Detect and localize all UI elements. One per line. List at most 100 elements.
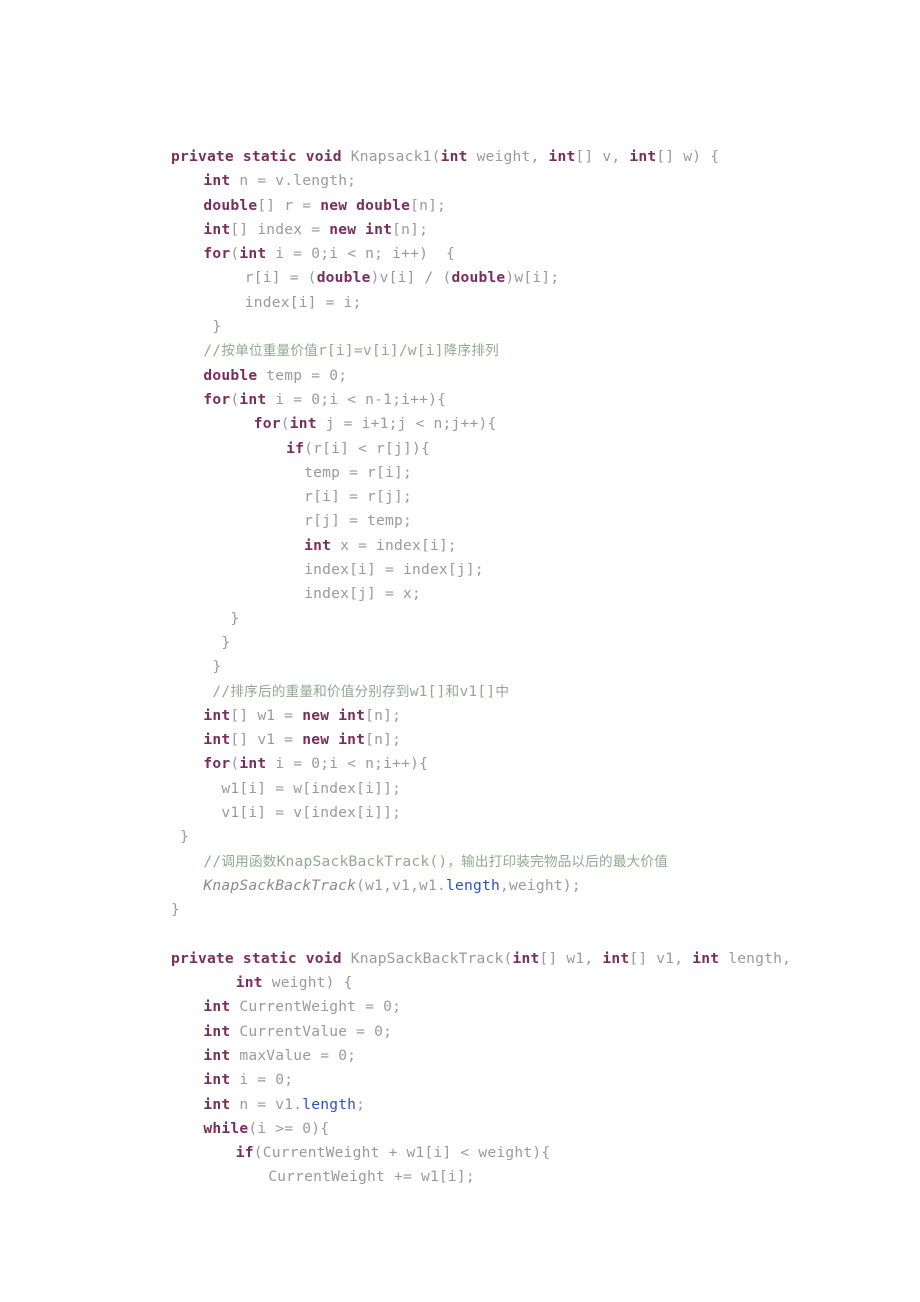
keyword-token: int [548, 148, 576, 165]
plain-token: ; [356, 1095, 366, 1113]
plain-token: index[i] = index[j]; [268, 561, 484, 579]
plain-token: index[i] = i; [235, 293, 362, 311]
code-line: CurrentWeight += w1[i]; [171, 1165, 871, 1189]
keyword-token: int [203, 706, 231, 724]
plain-token: length, [719, 949, 792, 967]
plain-token: [] v1 = [230, 731, 303, 749]
keyword-token: double [451, 269, 506, 287]
keyword-token: int [203, 1071, 231, 1089]
plain-token: } [171, 828, 189, 846]
plain-token: [] w1, [539, 949, 603, 967]
code-listing: private static void Knapsack1(int weight… [171, 145, 871, 1190]
code-line: r[j] = temp; [171, 509, 871, 533]
comment-token: w1[] [409, 682, 446, 700]
plain-token: [] v, [575, 148, 630, 165]
keyword-token: int [203, 220, 231, 238]
document-page: private static void Knapsack1(int weight… [0, 0, 920, 1302]
keyword-token: double [203, 196, 258, 214]
field-token: length [302, 1095, 357, 1113]
keyword-token: for [253, 415, 281, 433]
comment-token-cjk: ，输出打印装完物品以后的最大价值 [447, 853, 669, 870]
comment-token-cjk: 降序排列 [443, 343, 499, 360]
code-line: if(CurrentWeight + w1[i] < weight){ [171, 1141, 871, 1165]
keyword-token: double [316, 269, 371, 287]
plain-token: [n]; [365, 731, 402, 749]
keyword-token: int [512, 949, 540, 967]
keyword-token: int [203, 731, 231, 749]
plain-token: } [203, 633, 231, 651]
plain-token: r[i] = ( [235, 269, 317, 287]
keyword-token: for [203, 245, 231, 263]
code-line: private static void KnapSackBackTrack(in… [171, 947, 871, 971]
plain-token: } [171, 901, 180, 919]
plain-token: v1[i] = v[index[i]]; [203, 804, 402, 822]
plain-token: n = v1. [230, 1095, 303, 1113]
code-line: int CurrentWeight = 0; [171, 995, 871, 1019]
plain-token: ( [280, 415, 290, 433]
plain-token: } [203, 658, 222, 676]
plain-token: Knapsack1( [350, 148, 441, 165]
code-line: double temp = 0; [171, 364, 871, 388]
code-line: //调用函数KnapSackBackTrack()，输出打印装完物品以后的最大价… [171, 850, 871, 874]
code-line: //按单位重量价值r[i]=v[i]/w[i]降序排列 [171, 339, 871, 363]
code-line: private static void Knapsack1(int weight… [171, 145, 871, 169]
code-line: int maxValue = 0; [171, 1044, 871, 1068]
plain-token: weight) { [262, 974, 353, 992]
plain-token: [n]; [410, 196, 447, 214]
keyword-token: new int [302, 706, 366, 724]
code-line: } [171, 825, 871, 849]
code-line: } [171, 898, 871, 922]
plain-token: } [203, 318, 222, 336]
keyword-token: int [440, 148, 468, 165]
code-line: for(int i = 0;i < n; i++) { [171, 242, 871, 266]
function-name-token: KnapSackBackTrack [203, 876, 357, 894]
plain-token: (i >= 0){ [248, 1119, 330, 1137]
code-line: while(i >= 0){ [171, 1117, 871, 1141]
plain-token: weight, [467, 148, 549, 165]
plain-token: i = 0;i < n;i++){ [266, 755, 429, 773]
code-line: } [171, 631, 871, 655]
plain-token: x = index[i]; [331, 536, 457, 554]
plain-token: i = 0;i < n-1;i++){ [266, 390, 447, 408]
plain-token: ,weight); [499, 876, 581, 894]
keyword-token: int [203, 1095, 231, 1113]
plain-token: [] w) { [656, 148, 720, 165]
comment-token: r[i]=v[i]/w[i] [317, 342, 444, 360]
comment-token: // [203, 852, 222, 870]
keyword-token: int [239, 755, 267, 773]
code-line: int[] v1 = new int[n]; [171, 728, 871, 752]
keyword-token: int [239, 245, 267, 263]
code-line: index[i] = index[j]; [171, 558, 871, 582]
plain-token: [n]; [365, 706, 402, 724]
code-line: r[i] = r[j]; [171, 485, 871, 509]
keyword-token: if [235, 1144, 254, 1162]
plain-token: j = i+1;j < n;j++){ [316, 415, 497, 433]
keyword-token: new double [320, 196, 411, 214]
keyword-token: int [692, 949, 720, 967]
code-line: int x = index[i]; [171, 534, 871, 558]
keyword-token: int [629, 148, 657, 165]
keyword-token: new int [329, 220, 393, 238]
plain-token: (CurrentWeight + w1[i] < weight){ [253, 1144, 551, 1162]
code-line: //排序后的重量和价值分别存到w1[]和v1[]中 [171, 680, 871, 704]
plain-token: r[i] = r[j]; [268, 488, 412, 506]
plain-token: [] v1, [629, 949, 693, 967]
comment-token-cjk: 和 [445, 683, 460, 700]
plain-token: )w[i]; [505, 269, 560, 287]
keyword-token: int [203, 172, 231, 190]
comment-token: v1[] [459, 682, 496, 700]
plain-token: ( [230, 755, 240, 773]
plain-token: CurrentWeight += w1[i]; [268, 1168, 475, 1186]
code-line: int i = 0; [171, 1068, 871, 1092]
plain-token: KnapSackBackTrack( [350, 949, 513, 967]
code-line: index[j] = x; [171, 582, 871, 606]
plain-token: index[j] = x; [268, 585, 421, 603]
code-line: index[i] = i; [171, 291, 871, 315]
code-line: int n = v.length; [171, 169, 871, 193]
keyword-token: int [239, 390, 267, 408]
code-line: KnapSackBackTrack(w1,v1,w1.length,weight… [171, 874, 871, 898]
plain-token: n = v.length; [230, 172, 357, 190]
